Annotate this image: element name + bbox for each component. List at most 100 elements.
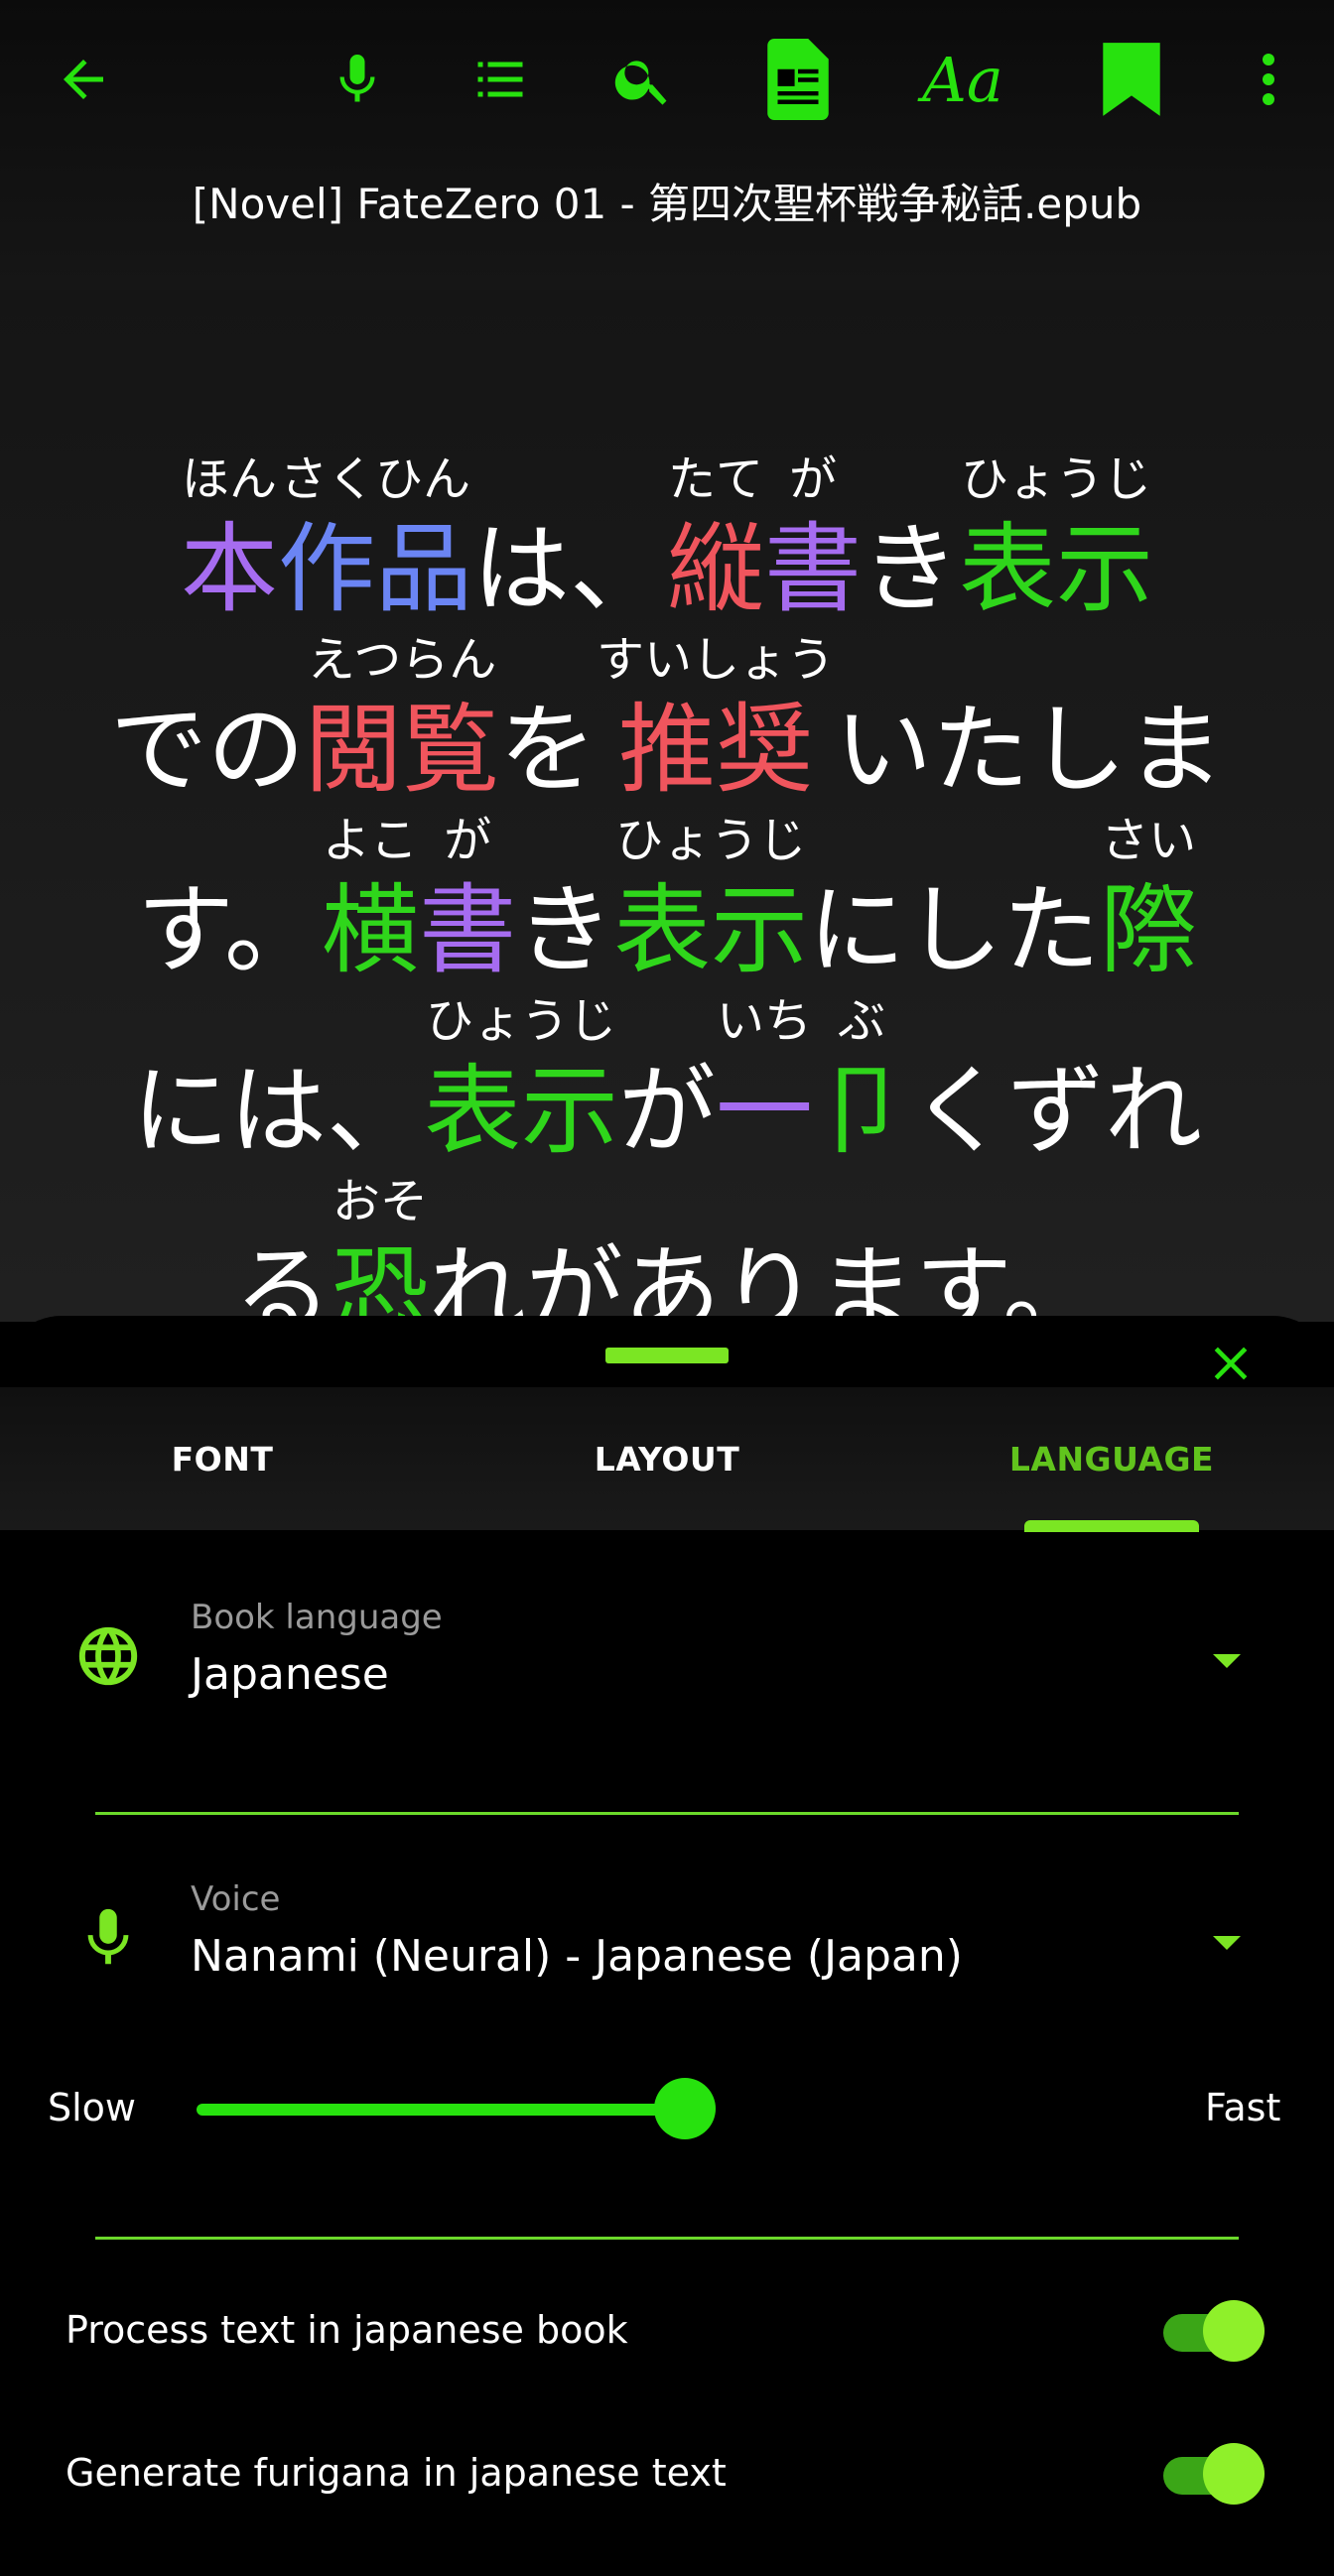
text-segment[interactable]: は、 <box>472 449 667 629</box>
text-segment[interactable]: ひょうじ 表示 <box>613 810 808 990</box>
text-segment[interactable]: いち一 <box>716 990 813 1171</box>
base-text: を <box>498 694 597 807</box>
text-segment[interactable]: が <box>618 990 716 1171</box>
tab-layout[interactable]: LAYOUT <box>445 1387 889 1530</box>
font-aa-label: Aa <box>922 43 1003 116</box>
furigana: ひょうじ <box>425 993 616 1049</box>
base-text: は、 <box>471 513 667 626</box>
process-text-label: Process text in japanese book <box>66 2308 628 2352</box>
process-text-toggle-row[interactable]: Process text in japanese book <box>0 2282 1334 2382</box>
text-segment[interactable]: き <box>862 449 959 629</box>
search-icon[interactable] <box>601 38 685 121</box>
text-segment[interactable]: よこ横 <box>322 810 419 990</box>
document-icon[interactable] <box>756 38 840 121</box>
text-segment[interactable]: にした <box>808 810 1100 990</box>
furigana: えつらん <box>307 632 497 688</box>
furigana: よこ <box>323 813 419 868</box>
base-text: き <box>862 513 960 626</box>
book-title: [Novel] FateZero 01 - 第四次聖杯戦争秘話.epub <box>192 180 1142 228</box>
list-icon[interactable] <box>459 38 542 121</box>
text-segment[interactable]: さい際 <box>1100 810 1197 990</box>
bookmark-icon[interactable] <box>1090 38 1173 121</box>
text-line-3: す。 よこ横が書きひょうじ 表示 にした さい際 <box>0 810 1334 990</box>
voice-label: Voice <box>191 1879 281 1919</box>
switch-knob <box>1203 2443 1265 2505</box>
text-segment[interactable]: ひょうじ 表示 <box>959 449 1153 629</box>
text-segment[interactable]: る <box>234 1171 332 1322</box>
furigana: いち <box>717 993 813 1049</box>
base-text: での <box>109 694 305 807</box>
text-line-5: るおそ恐れがあります。 <box>0 1171 1334 1322</box>
text-line-1: ほん本さくひん作品 は、 たて縦が書きひょうじ 表示 <box>0 449 1334 629</box>
tab-language[interactable]: LANGUAGE <box>889 1387 1334 1530</box>
text-segment[interactable]: えつらん 閲覧 <box>305 629 499 810</box>
base-text: 閲覧 <box>304 694 499 807</box>
text-segment[interactable]: ひょうじ 表示 <box>424 990 618 1171</box>
base-text: 書 <box>419 874 517 987</box>
text-segment[interactable]: を <box>499 629 597 810</box>
globe-icon <box>73 1621 143 1691</box>
divider <box>95 1812 1239 1815</box>
text-segment[interactable]: れがあります。 <box>429 1171 1100 1322</box>
text-segment[interactable]: くずれ <box>910 990 1202 1171</box>
base-text: き <box>516 874 614 987</box>
close-icon[interactable] <box>1203 1336 1259 1391</box>
settings-tabs: FONT LAYOUT LANGUAGE <box>0 1387 1334 1530</box>
text-segment[interactable]: ぶ卩 <box>813 990 910 1171</box>
text-segment[interactable]: すいしょう 推奨 <box>597 629 835 810</box>
speed-slider-track[interactable] <box>197 2104 685 2116</box>
voice-select[interactable]: Voice Nanami (Neural) - Japanese (Japan) <box>0 1869 1334 2048</box>
base-text: くずれ <box>910 1055 1203 1168</box>
text-segment[interactable]: き <box>516 810 613 990</box>
furigana-switch[interactable] <box>1163 2439 1265 2511</box>
microphone-icon <box>73 1903 143 1973</box>
base-text: 縦 <box>666 513 764 626</box>
text-segment[interactable]: たて縦 <box>667 449 764 629</box>
dropdown-caret-icon <box>1209 1933 1245 1953</box>
font-aa-icon[interactable]: Aa <box>913 38 1012 121</box>
text-segment[interactable]: いたしま <box>835 629 1224 810</box>
text-segment[interactable]: おそ恐 <box>332 1171 429 1322</box>
text-segment[interactable]: が書 <box>419 810 516 990</box>
text-segment[interactable]: には、 <box>132 990 424 1171</box>
base-text: 際 <box>1100 874 1198 987</box>
dropdown-caret-icon <box>1209 1651 1245 1671</box>
text-segment[interactable]: での <box>110 629 305 810</box>
divider <box>95 2237 1239 2240</box>
text-segment[interactable]: す。 <box>137 810 322 990</box>
furigana: が <box>789 451 838 507</box>
speed-slider-thumb[interactable] <box>653 2078 716 2139</box>
furigana: さくひん <box>279 451 470 507</box>
furigana: すいしょう <box>597 632 836 688</box>
book-language-value: Japanese <box>191 1649 389 1700</box>
base-text: 作品 <box>277 513 472 626</box>
base-text: 本 <box>180 513 278 626</box>
reader-page[interactable]: ほん本さくひん 作品 は、 たて縦が書きひょうじ 表示 での えつらん 閲覧を すいしょう推… <box>0 290 1334 1322</box>
top-toolbar: Aa [Novel] FateZero 01 - 第四次聖杯戦争秘話.epub <box>0 0 1334 290</box>
book-language-label: Book language <box>191 1598 443 1637</box>
tab-font[interactable]: FONT <box>0 1387 445 1530</box>
text-segment[interactable]: が書 <box>764 449 862 629</box>
speed-slow-label: Slow <box>48 2086 137 2129</box>
process-text-switch[interactable] <box>1163 2296 1265 2368</box>
base-text: す。 <box>136 874 323 987</box>
more-vert-icon[interactable] <box>1227 38 1310 121</box>
furigana: さい <box>1101 813 1197 868</box>
furigana: おそ <box>332 1174 428 1229</box>
base-text: 横 <box>322 874 420 987</box>
text-segment[interactable]: ほん本 <box>181 449 278 629</box>
furigana: が <box>444 813 492 868</box>
microphone-icon[interactable] <box>316 38 399 121</box>
furigana: たて <box>667 451 763 507</box>
base-text: には、 <box>131 1055 424 1168</box>
speed-fast-label: Fast <box>1205 2086 1281 2129</box>
base-text: 一 <box>716 1055 814 1168</box>
furigana-toggle-row[interactable]: Generate furigana in japanese text <box>0 2425 1334 2524</box>
text-line-2: での えつらん閲覧を すいしょう推奨 いたしま <box>0 629 1334 810</box>
sheet-drag-handle[interactable] <box>605 1348 729 1363</box>
base-text: 推奨 <box>618 694 814 807</box>
back-arrow-icon[interactable] <box>42 38 125 121</box>
active-tab-indicator <box>1024 1520 1199 1532</box>
text-segment[interactable]: さくひん 作品 <box>278 449 472 629</box>
book-language-select[interactable]: Book language Japanese <box>0 1588 1334 1766</box>
